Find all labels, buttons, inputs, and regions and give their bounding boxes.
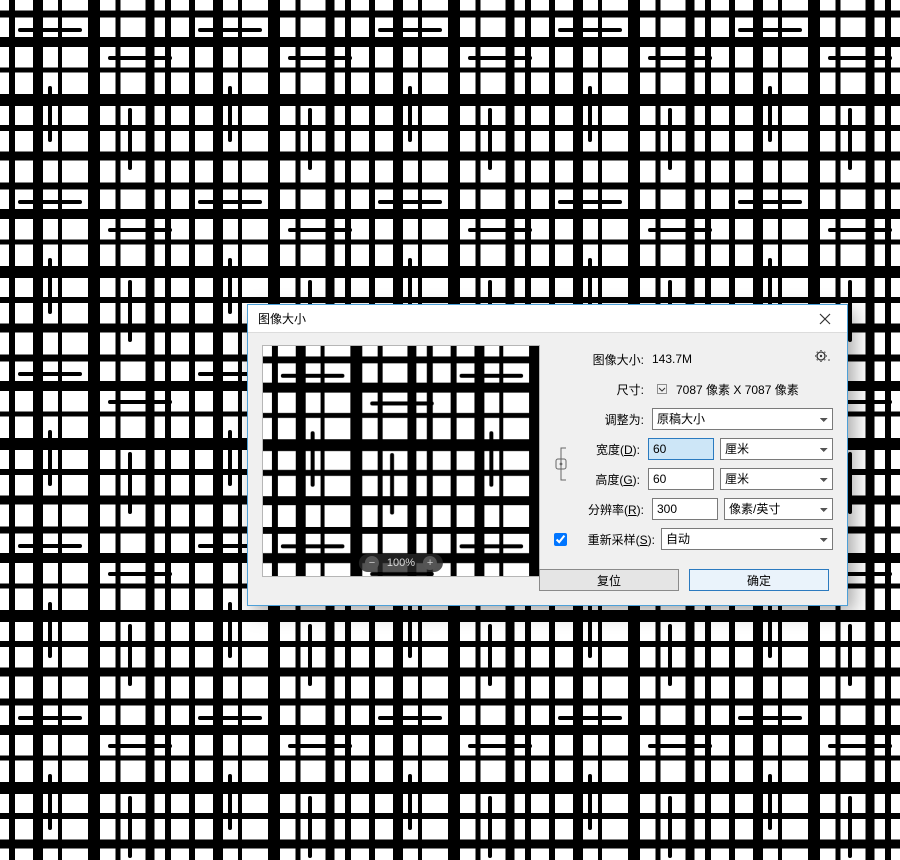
- ok-button[interactable]: 确定: [689, 569, 829, 591]
- height-label: 高度(G):: [595, 471, 640, 488]
- resample-method-select[interactable]: 自动: [661, 528, 833, 550]
- width-label: 宽度(D):: [596, 441, 640, 458]
- height-input[interactable]: [648, 468, 714, 490]
- width-input[interactable]: [648, 438, 714, 460]
- gear-icon: [815, 350, 831, 362]
- close-icon: [819, 313, 831, 325]
- settings-menu-button[interactable]: [813, 349, 833, 363]
- dimensions-label: 尺寸:: [554, 381, 644, 398]
- resolution-unit-select[interactable]: 像素/英寸: [724, 498, 833, 520]
- dimensions-value: 7087 像素 X 7087 像素: [676, 381, 799, 398]
- zoom-out-button[interactable]: −: [365, 556, 379, 570]
- imagesize-value: 143.7M: [652, 352, 692, 366]
- dialog-titlebar[interactable]: 图像大小: [248, 305, 847, 333]
- preview-thumbnail[interactable]: − 100% +: [262, 345, 540, 577]
- fit-to-select[interactable]: 原稿大小: [652, 408, 833, 430]
- image-size-dialog: 图像大小 − 100% + 图像大小: 143.7M 尺寸:: [247, 304, 848, 606]
- fit-to-label: 调整为:: [554, 411, 644, 428]
- close-button[interactable]: [803, 305, 847, 333]
- dialog-title: 图像大小: [258, 310, 306, 327]
- zoom-value: 100%: [387, 557, 415, 569]
- resample-checkbox[interactable]: [554, 533, 567, 546]
- imagesize-label: 图像大小:: [554, 351, 644, 368]
- resolution-label: 分辨率(R):: [588, 501, 644, 518]
- zoom-in-button[interactable]: +: [423, 556, 437, 570]
- resolution-input[interactable]: [652, 498, 718, 520]
- zoom-bar: − 100% +: [359, 554, 443, 572]
- height-unit-select[interactable]: 厘米: [720, 468, 833, 490]
- reset-button[interactable]: 复位: [539, 569, 679, 591]
- dimensions-unit-button[interactable]: [654, 382, 670, 396]
- chevron-down-icon: [657, 384, 667, 394]
- width-unit-select[interactable]: 厘米: [720, 438, 833, 460]
- resample-label: 重新采样(S):: [588, 531, 655, 548]
